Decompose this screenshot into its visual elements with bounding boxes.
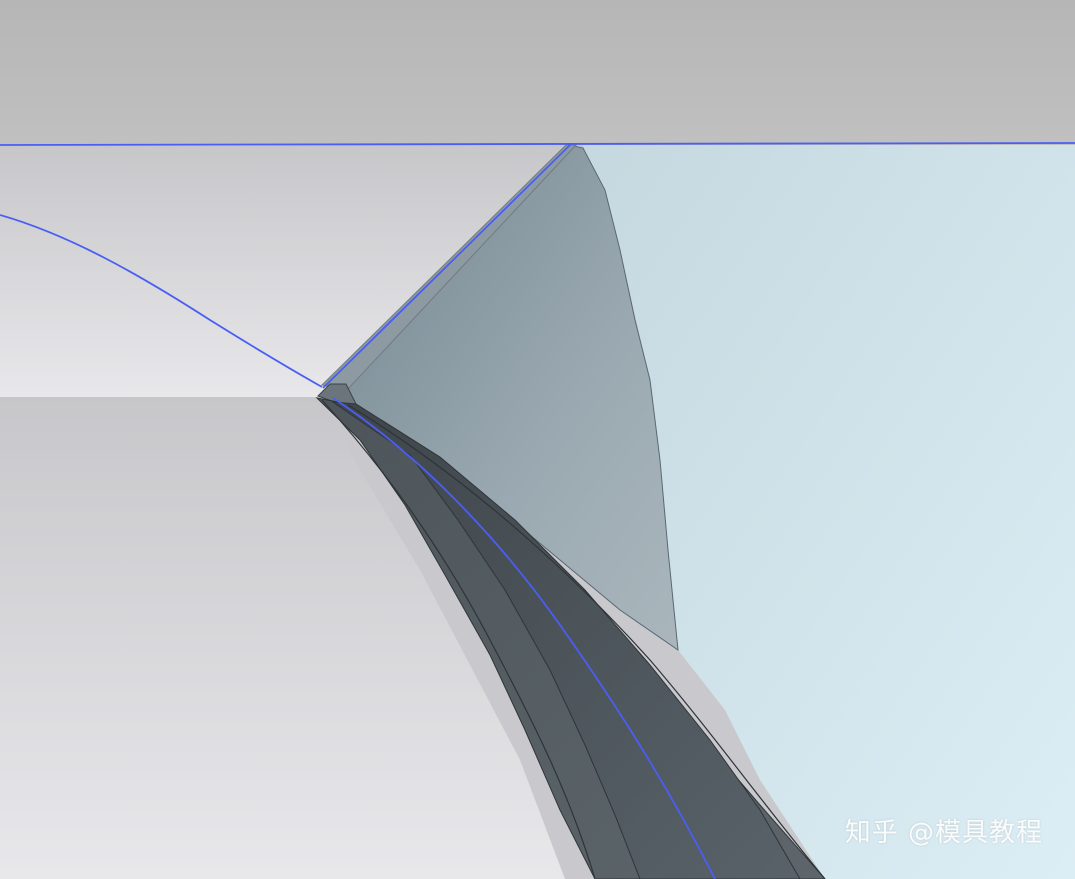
cad-viewport[interactable]: 知乎 @模具教程 <box>0 0 1075 879</box>
cad-scene[interactable] <box>0 0 1075 879</box>
watermark: 知乎 @模具教程 <box>844 818 1043 848</box>
background-top-panel <box>0 0 1075 145</box>
